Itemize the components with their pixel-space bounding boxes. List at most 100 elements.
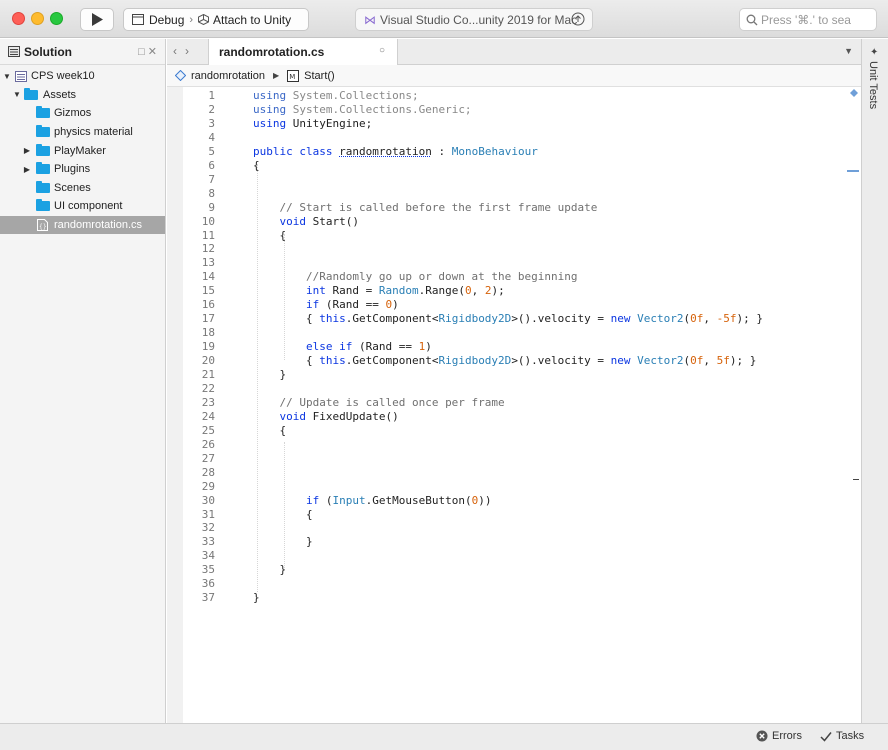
code-text[interactable]: // Update is called once per frame	[253, 396, 505, 409]
navigation-arrows[interactable]: ‹›	[173, 44, 197, 58]
run-configuration-selector[interactable]: Debug › Attach to Unity	[123, 8, 309, 31]
unit-tests-panel-tab[interactable]: ✦ Unit Tests	[861, 39, 888, 723]
tree-item-ui-component[interactable]: UI component	[0, 197, 165, 216]
tree-item-randomrotation-cs[interactable]: {} randomrotation.cs	[0, 215, 165, 235]
pin-icon[interactable]: ✦	[870, 47, 878, 58]
code-line[interactable]: 9 // Start is called before the first fr…	[167, 201, 847, 215]
tree-item-gizmos[interactable]: Gizmos	[0, 104, 165, 123]
chevron-right-icon: ›	[189, 13, 194, 26]
code-text[interactable]: using UnityEngine;	[253, 117, 372, 130]
code-line[interactable]: 17 { this.GetComponent<Rigidbody2D>().ve…	[167, 312, 847, 326]
code-text[interactable]: }	[253, 591, 260, 604]
code-text[interactable]: if (Rand == 0)	[253, 298, 399, 311]
code-line[interactable]: 31 {	[167, 508, 847, 522]
code-line[interactable]: 28	[167, 466, 847, 480]
expand-arrow-icon[interactable]: ▶	[22, 165, 32, 174]
code-line[interactable]: 4	[167, 131, 847, 145]
code-text[interactable]: {	[253, 159, 260, 172]
code-text[interactable]: { this.GetComponent<Rigidbody2D>().veloc…	[253, 312, 763, 325]
zoom-window-button[interactable]	[50, 12, 63, 25]
tab-dropdown-icon[interactable]: ▼	[844, 46, 853, 56]
code-text[interactable]: }	[253, 563, 286, 576]
code-line[interactable]: 1 using System.Collections;	[167, 89, 847, 103]
code-line[interactable]: 14 //Randomly go up or down at the begin…	[167, 270, 847, 284]
forward-arrow-icon[interactable]: ›	[185, 44, 197, 58]
code-editor[interactable]: 1 using System.Collections; 2 using System.…	[167, 87, 861, 723]
code-line[interactable]: 19 else if (Rand == 1)	[167, 340, 847, 354]
code-line[interactable]: 3 using UnityEngine;	[167, 117, 847, 131]
line-number: 15	[201, 284, 215, 298]
code-text[interactable]: if (Input.GetMouseButton(0))	[253, 494, 491, 507]
tree-item-physics-material[interactable]: physics material	[0, 123, 165, 142]
code-text[interactable]: // Start is called before the first fram…	[253, 201, 598, 214]
close-window-button[interactable]	[12, 12, 25, 25]
tab-randomrotation-cs[interactable]: randomrotation.cs ○	[208, 39, 398, 65]
code-text[interactable]: void FixedUpdate()	[253, 410, 399, 423]
code-line[interactable]: 22	[167, 382, 847, 396]
tree-item-solution[interactable]: ▼ CPS week10	[0, 67, 165, 86]
code-line[interactable]: 6{	[167, 159, 847, 173]
expand-arrow-icon[interactable]: ▼	[12, 90, 22, 99]
code-text[interactable]: }	[253, 368, 286, 381]
code-line[interactable]: 33 }	[167, 535, 847, 549]
code-line[interactable]: 24 void FixedUpdate()	[167, 410, 847, 424]
expand-arrow-icon[interactable]: ▶	[22, 146, 32, 155]
code-line[interactable]: 13	[167, 256, 847, 270]
code-line[interactable]: 32	[167, 521, 847, 535]
expand-arrow-icon[interactable]: ▼	[2, 72, 12, 81]
line-number: 21	[201, 368, 215, 381]
code-line[interactable]: 23 // Update is called once per frame	[167, 396, 847, 410]
back-arrow-icon[interactable]: ‹	[173, 44, 185, 58]
code-text[interactable]: {	[253, 229, 286, 242]
code-text[interactable]: {	[253, 508, 313, 521]
errors-button[interactable]: Errors	[756, 730, 802, 742]
code-line[interactable]: 37}	[167, 591, 847, 605]
tab-close-icon[interactable]: ○	[379, 45, 385, 56]
breadcrumb-method[interactable]: Start()	[304, 70, 335, 82]
code-line[interactable]: 7	[167, 173, 847, 187]
tasks-button[interactable]: Tasks	[820, 730, 864, 742]
code-text[interactable]: }	[253, 535, 313, 548]
folder-icon	[36, 125, 50, 138]
code-text[interactable]: using System.Collections;	[253, 89, 419, 102]
code-text[interactable]: //Randomly go up or down at the beginnin…	[253, 270, 578, 283]
run-button[interactable]	[80, 8, 114, 31]
update-icon[interactable]	[571, 12, 585, 26]
code-line[interactable]: 8	[167, 187, 847, 201]
code-text[interactable]: int Rand = Random.Range(0, 2);	[253, 284, 505, 297]
search-input[interactable]: Press '⌘.' to sea	[739, 8, 877, 31]
code-text[interactable]: {	[253, 424, 286, 437]
code-text[interactable]: else if (Rand == 1)	[253, 340, 432, 353]
code-line[interactable]: 25 {	[167, 424, 847, 438]
tree-item-assets[interactable]: ▼ Assets	[0, 86, 165, 105]
code-line[interactable]: 29	[167, 480, 847, 494]
code-line[interactable]: 36	[167, 577, 847, 591]
minimize-window-button[interactable]	[31, 12, 44, 25]
tree-item-plugins[interactable]: ▶ Plugins	[0, 160, 165, 179]
code-line[interactable]: 20 { this.GetComponent<Rigidbody2D>().ve…	[167, 354, 847, 368]
code-line[interactable]: 2 using System.Collections.Generic;	[167, 103, 847, 117]
code-line[interactable]: 27	[167, 452, 847, 466]
code-line[interactable]: 30 if (Input.GetMouseButton(0))	[167, 494, 847, 508]
tree-item-scenes[interactable]: Scenes	[0, 179, 165, 198]
code-line[interactable]: 18	[167, 326, 847, 340]
code-text[interactable]: void Start()	[253, 215, 359, 228]
code-line[interactable]: 34	[167, 549, 847, 563]
line-number: 20	[201, 354, 215, 368]
tree-item-playmaker[interactable]: ▶ PlayMaker	[0, 141, 165, 160]
code-line[interactable]: 5 public class randomrotation : MonoBehav…	[167, 145, 847, 159]
code-line[interactable]: 15 int Rand = Random.Range(0, 2);	[167, 284, 847, 298]
code-line[interactable]: 11 {	[167, 229, 847, 243]
code-line[interactable]: 12	[167, 242, 847, 256]
code-text[interactable]: using System.Collections.Generic;	[253, 103, 472, 116]
breadcrumb-class[interactable]: randomrotation	[191, 70, 265, 82]
code-line[interactable]: 21 }	[167, 368, 847, 382]
code-text[interactable]: public class randomrotation : MonoBehavi…	[253, 145, 538, 158]
code-text[interactable]: { this.GetComponent<Rigidbody2D>().veloc…	[253, 354, 756, 367]
code-line[interactable]: 26	[167, 438, 847, 452]
pane-controls[interactable]: □ ✕	[138, 45, 157, 58]
code-line[interactable]: 16 if (Rand == 0)	[167, 298, 847, 312]
code-line[interactable]: 10 void Start()	[167, 215, 847, 229]
line-number: 32	[201, 521, 215, 535]
code-line[interactable]: 35 }	[167, 563, 847, 577]
